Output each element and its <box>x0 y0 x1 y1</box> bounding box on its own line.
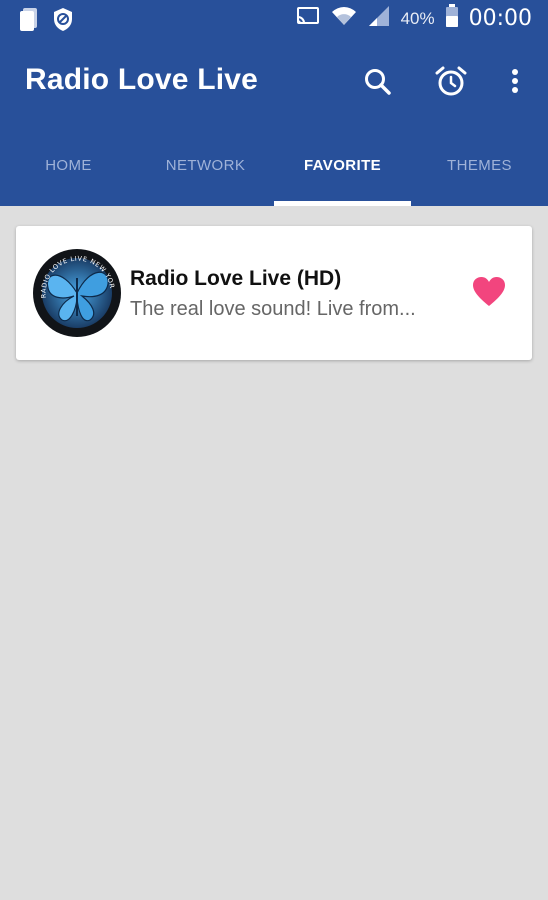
tab-label: NETWORK <box>165 156 246 174</box>
tab-label: HOME <box>45 156 92 174</box>
signal-icon <box>367 4 391 33</box>
tab-themes[interactable]: THEMES <box>411 140 548 206</box>
tab-bar: HOME NETWORK FAVORITE THEMES <box>0 140 548 206</box>
station-title: Radio Love Live (HD) <box>130 267 342 290</box>
shield-icon <box>52 6 74 37</box>
battery-icon <box>445 4 459 33</box>
tab-indicator <box>274 201 411 206</box>
more-vert-icon[interactable] <box>497 64 533 100</box>
tab-label: THEMES <box>447 156 512 174</box>
cast-icon <box>295 5 321 32</box>
tab-home[interactable]: HOME <box>0 140 137 206</box>
app-bar: 40% 00:00 Radio Love Live HOME NETWORK F… <box>0 0 548 206</box>
battery-percent: 40% <box>400 8 435 28</box>
search-icon[interactable] <box>360 64 396 100</box>
tab-label: FAVORITE <box>303 156 382 174</box>
notes-icon <box>18 6 40 37</box>
status-clock: 00:00 <box>468 6 532 31</box>
favorite-station-card[interactable]: RADIO LOVE LIVE NEW YORK Radio Love Live… <box>16 226 532 360</box>
tab-favorite[interactable]: FAVORITE <box>274 140 411 206</box>
tab-network[interactable]: NETWORK <box>137 140 274 206</box>
station-description: The real love sound! Live from... <box>130 298 416 320</box>
station-logo: RADIO LOVE LIVE NEW YORK <box>30 242 122 338</box>
heart-icon[interactable] <box>472 276 506 308</box>
status-bar: 40% 00:00 <box>0 0 548 38</box>
app-title: Radio Love Live <box>25 63 259 96</box>
alarm-icon[interactable] <box>433 64 469 100</box>
wifi-icon <box>331 4 357 33</box>
